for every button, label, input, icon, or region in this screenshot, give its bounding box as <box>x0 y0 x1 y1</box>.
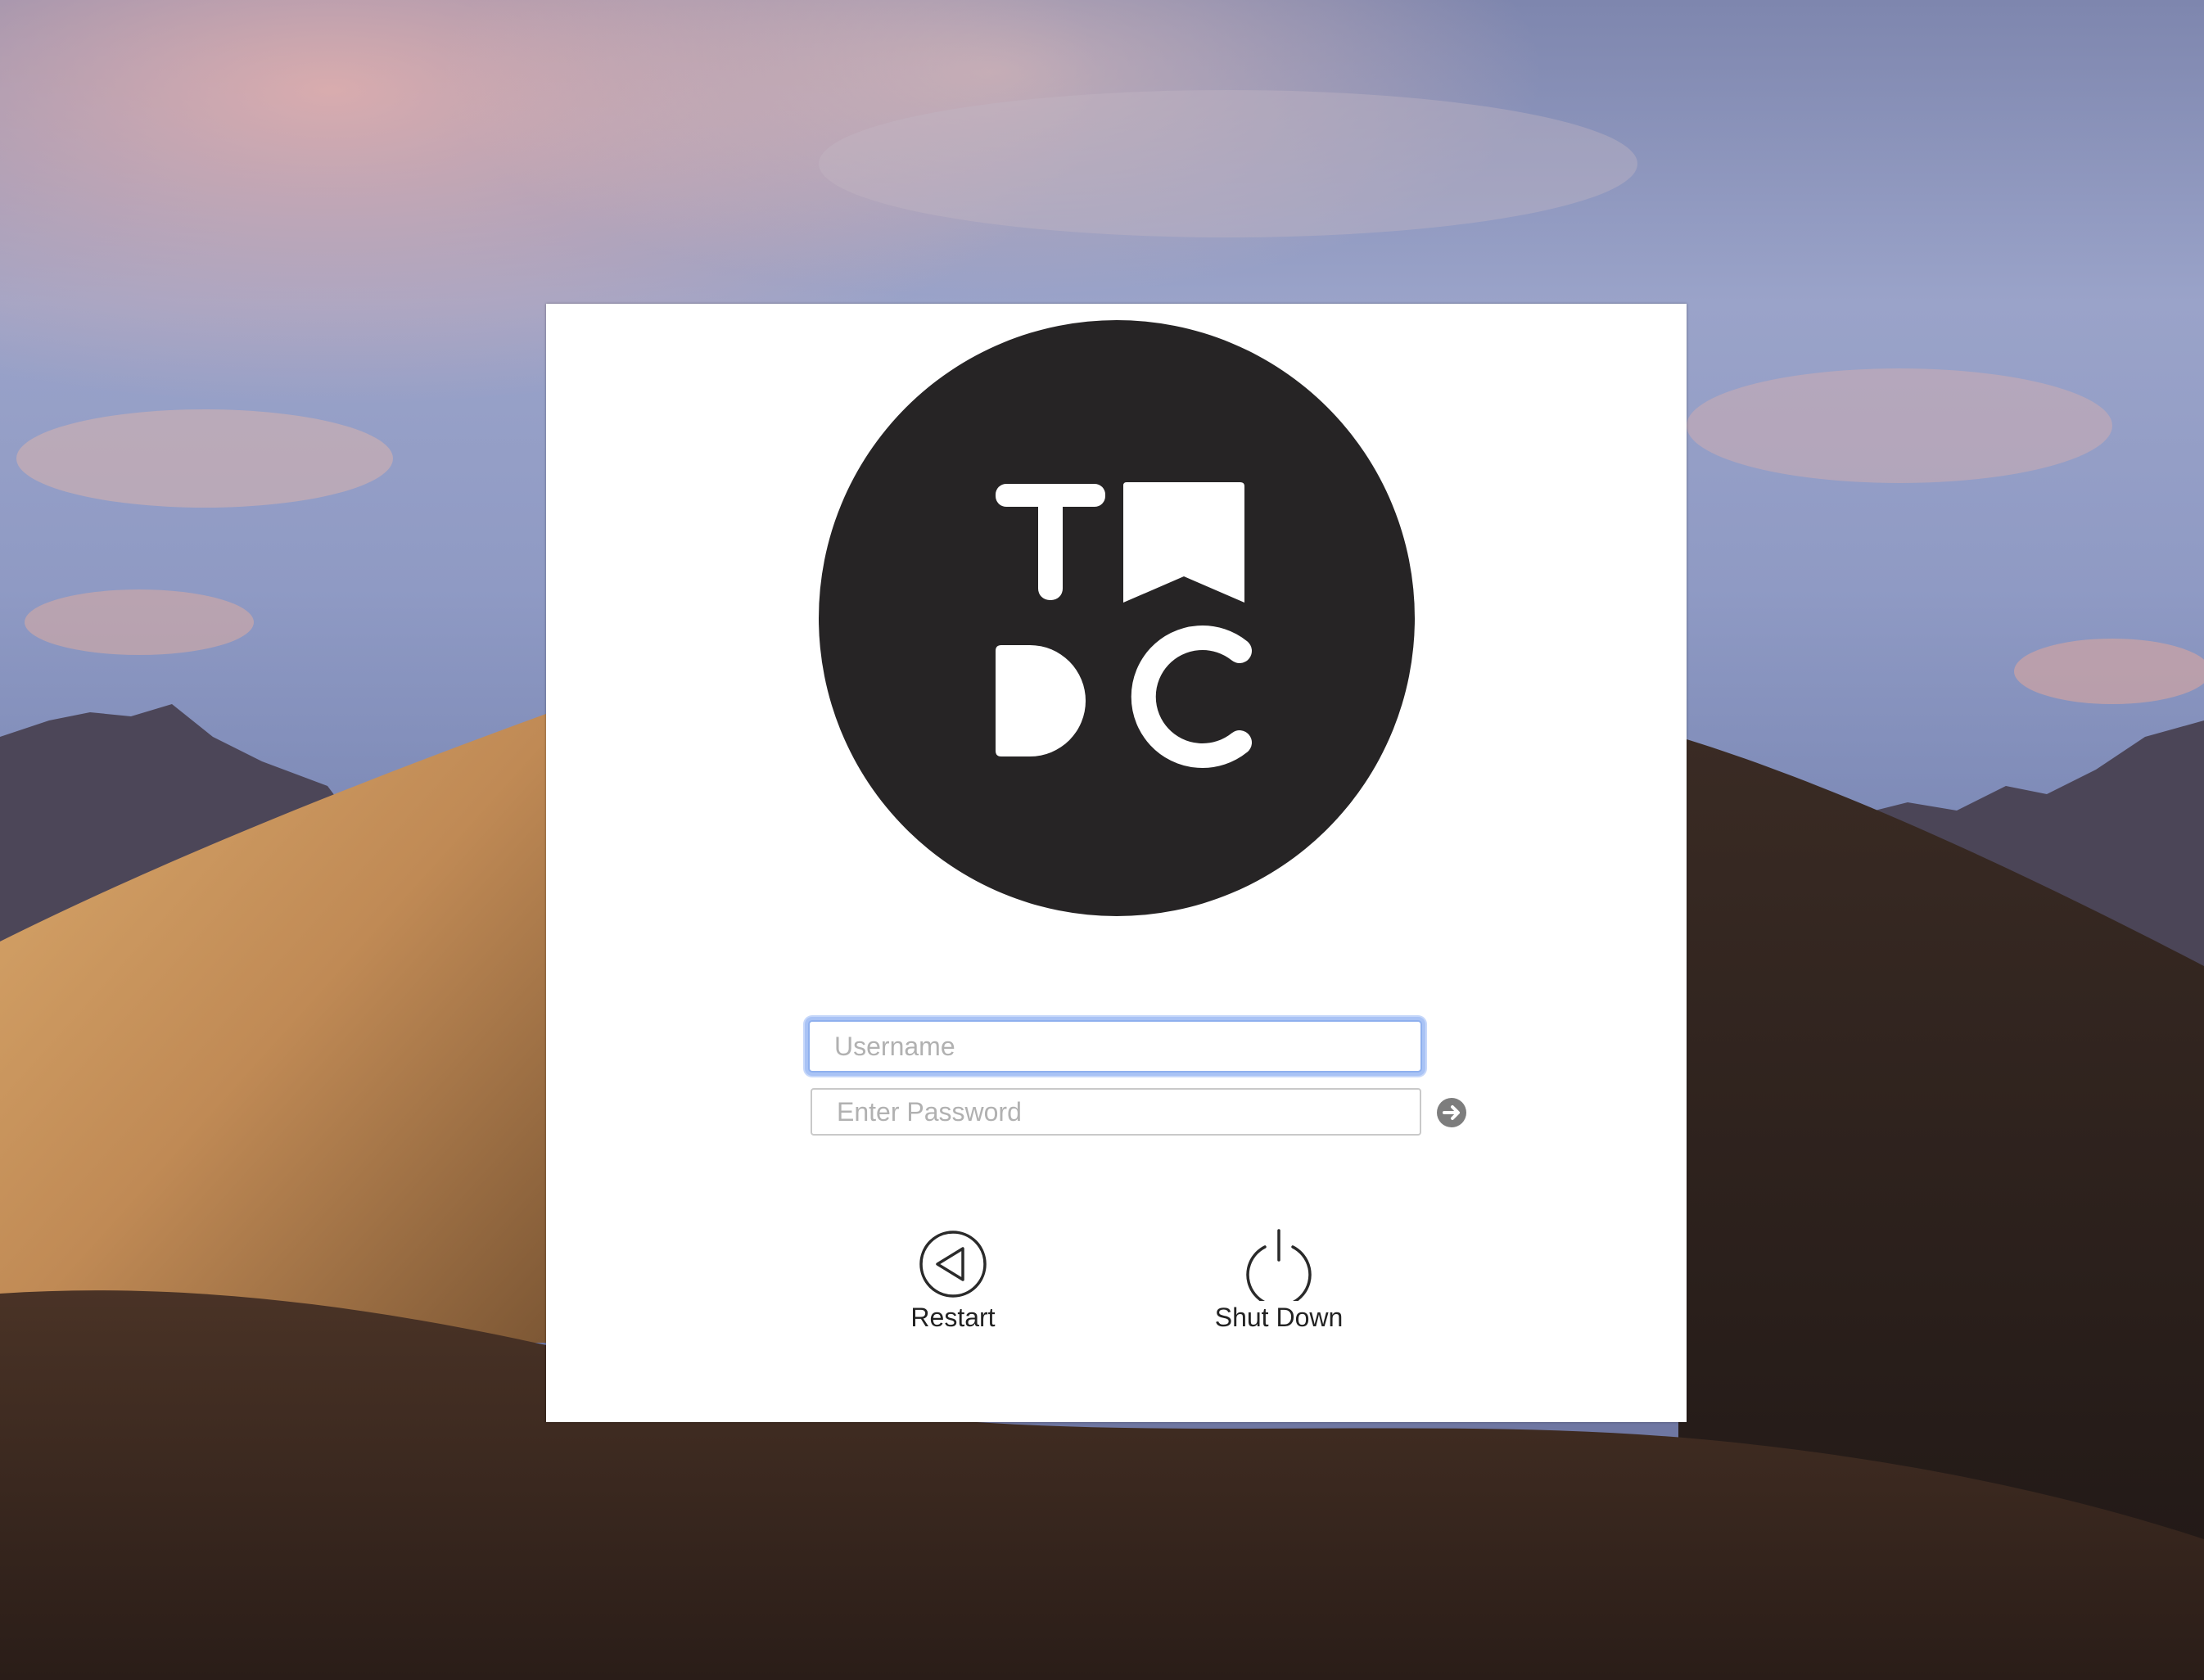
password-field[interactable] <box>811 1088 1421 1136</box>
desktop-wallpaper: Restart Shut Down <box>0 0 2204 1680</box>
login-panel: Restart Shut Down <box>546 304 1687 1422</box>
twdc-logo <box>819 320 1415 916</box>
restart-label: Restart <box>910 1303 996 1332</box>
restart-triangle-icon <box>919 1231 987 1298</box>
twdc-logo-mark <box>996 482 1252 768</box>
restart-button[interactable]: Restart <box>863 1227 1043 1333</box>
submit-arrow-button[interactable] <box>1437 1098 1466 1127</box>
shutdown-label: Shut Down <box>1214 1303 1344 1332</box>
arrow-right-circle-icon <box>1443 1105 1460 1120</box>
shutdown-button[interactable]: Shut Down <box>1189 1227 1369 1333</box>
username-field[interactable] <box>808 1020 1422 1073</box>
power-icon <box>1246 1229 1312 1301</box>
